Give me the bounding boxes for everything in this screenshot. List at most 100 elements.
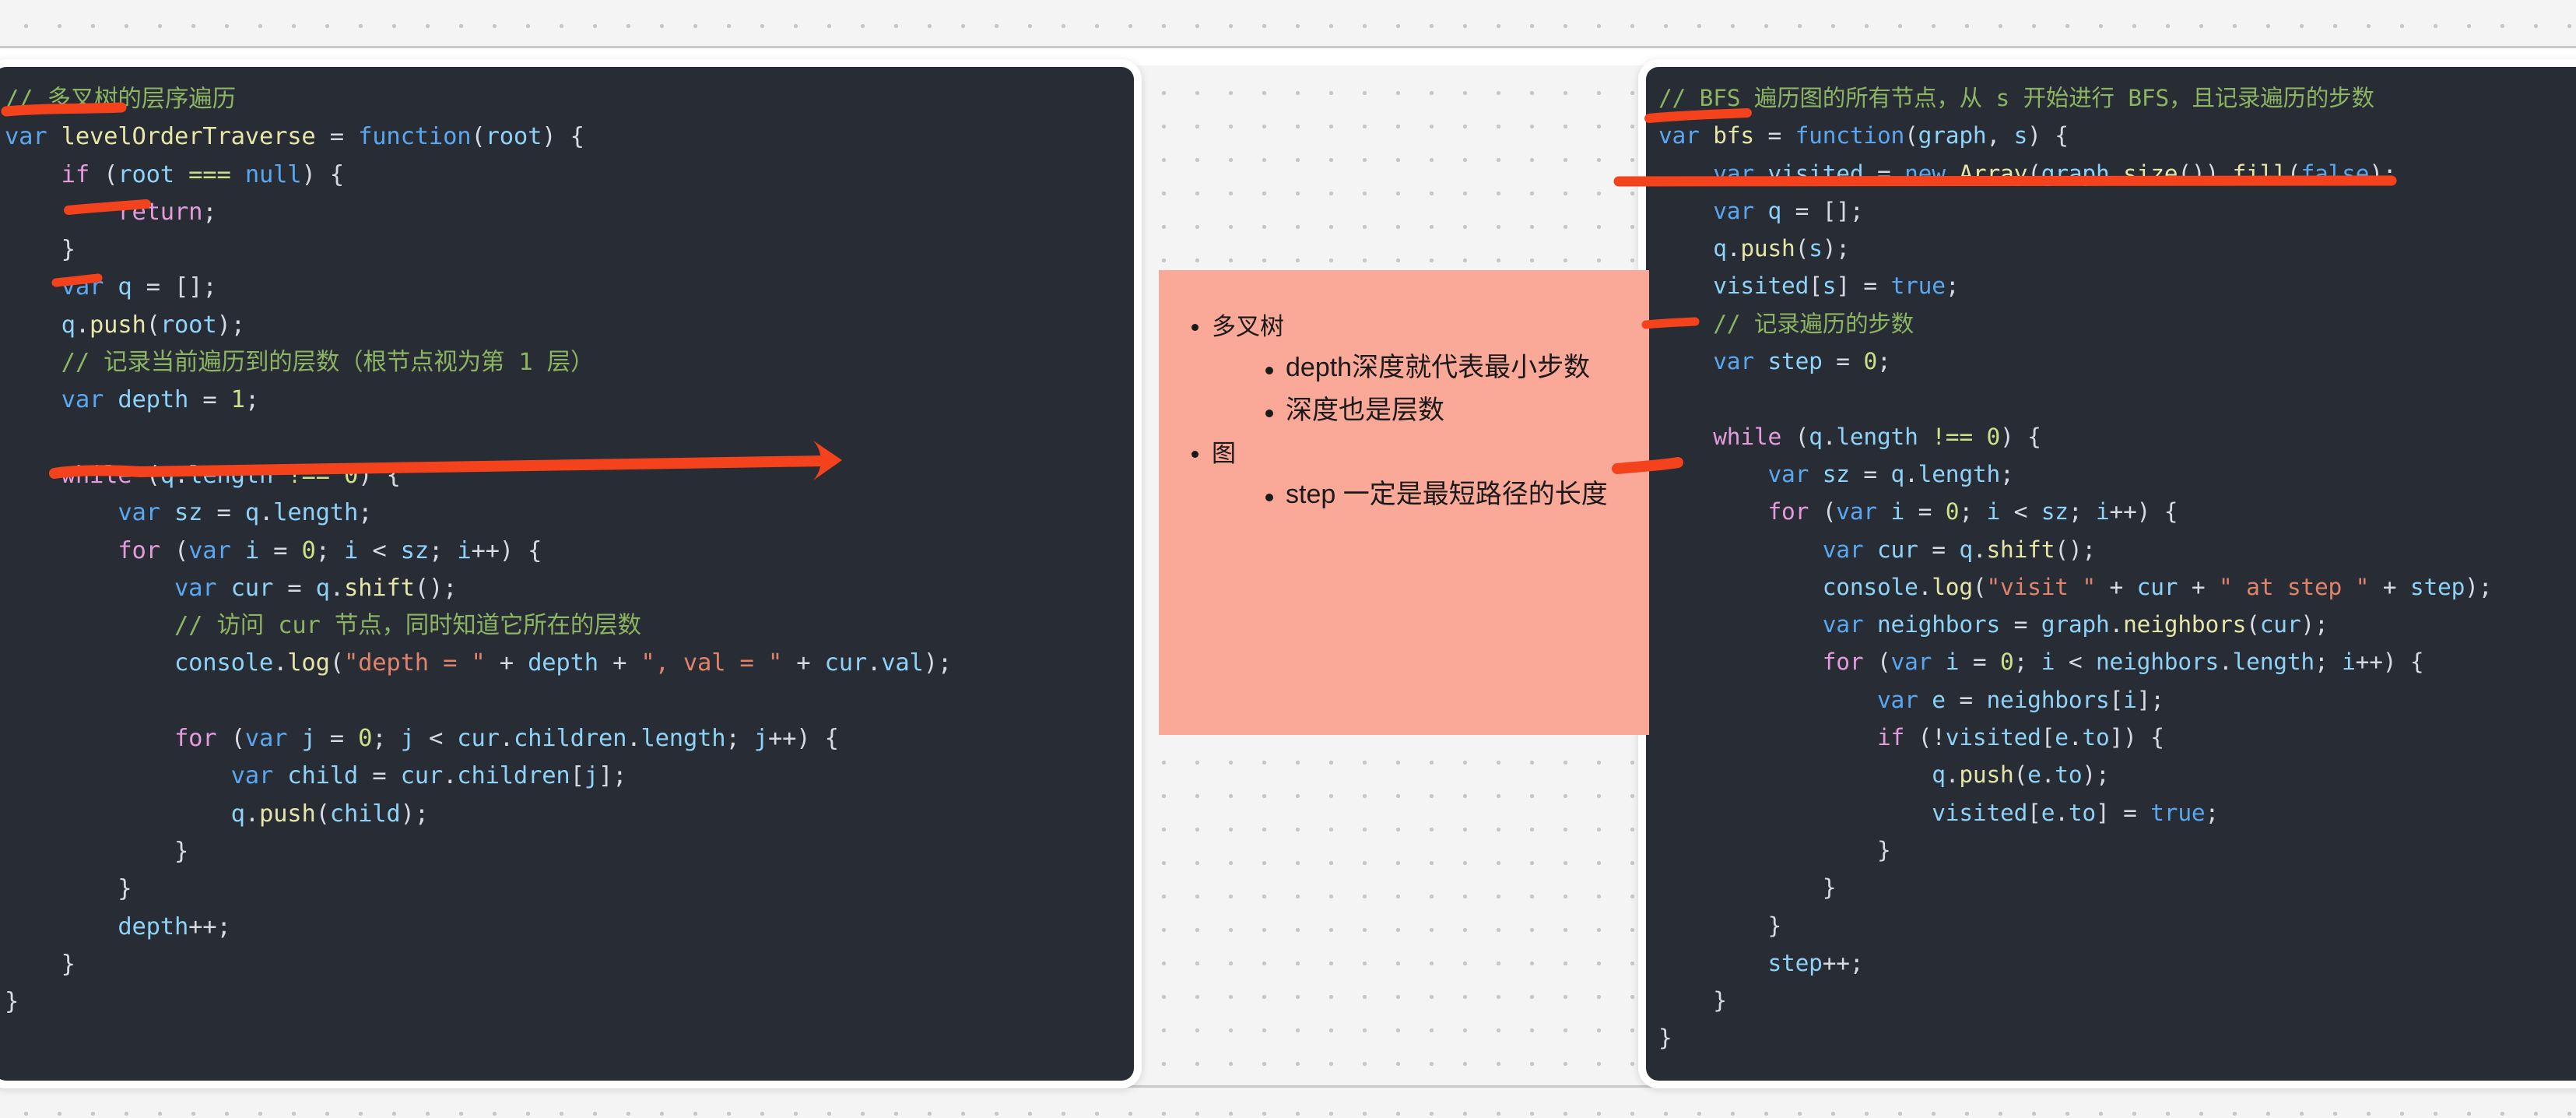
code-token: e [1932, 686, 1946, 713]
code-token: 0 [343, 461, 359, 489]
note-item: 图 step 一定是最短路径的长度 [1181, 433, 1629, 515]
code-token: = [188, 386, 231, 414]
code-token: push [1740, 235, 1795, 262]
code-token: console [174, 649, 274, 677]
code-token: shift [1986, 536, 2055, 563]
note-sublist: step 一定是最短路径的长度 [1255, 474, 1629, 515]
code-token: neighbors [2095, 649, 2220, 676]
code-token: q [1932, 761, 1946, 789]
code-token: cur [824, 649, 868, 677]
code-token: i [1986, 498, 2001, 526]
code-token: } [5, 988, 19, 1016]
code-token: // BFS 遍历图的所有节点，从 s 开始进行 BFS，且记录遍历的步数 [1658, 85, 2374, 111]
code-token: sz [1822, 460, 1850, 487]
code-token: + [485, 649, 528, 677]
code-token: e [2041, 799, 2055, 826]
right-code-card[interactable]: // BFS 遍历图的所有节点，从 s 开始进行 BFS，且记录遍历的步数 va… [1638, 59, 2576, 1088]
code-token: " at step " [2219, 573, 2370, 600]
code-token: for [1822, 649, 1864, 676]
code-token: [ [2041, 724, 2055, 751]
left-code-card[interactable]: // 多叉树的层序遍历 var levelOrderTraverse = fun… [0, 59, 1142, 1088]
code-token: . [2109, 160, 2124, 187]
code-token: q [244, 499, 259, 527]
code-token: levelOrderTraverse [61, 123, 316, 151]
code-token: q [1809, 423, 1823, 450]
code-token: ); [2369, 160, 2397, 187]
code-token: < [2000, 498, 2041, 526]
code-token: + [598, 649, 641, 677]
code-token: ; [2314, 649, 2343, 676]
code-token: = [2000, 611, 2041, 638]
code-token: cur [2136, 573, 2178, 600]
code-token: ( [1809, 498, 1837, 526]
code-token: var [1713, 160, 1754, 187]
code-token: ); [216, 311, 245, 339]
code-token: i [1890, 498, 1905, 526]
code-token: for [1767, 498, 1809, 526]
code-token: ; [1877, 348, 1891, 375]
code-token: [ [2109, 686, 2124, 713]
code-token: i [2342, 649, 2356, 676]
code-token: + [2369, 573, 2410, 600]
code-token: } [1658, 987, 1727, 1014]
code-token: !== [287, 461, 330, 489]
code-token: depth [118, 386, 189, 414]
code-token: q [118, 273, 132, 301]
code-token: children [513, 725, 627, 753]
code-token: var [61, 386, 104, 414]
code-token: cur [400, 762, 444, 790]
code-token: = [1904, 498, 1946, 526]
code-token: < [2055, 649, 2096, 676]
code-token: length [273, 499, 359, 527]
code-token: ; [1945, 272, 1960, 300]
code-token: ( [160, 536, 189, 564]
right-code-surface[interactable]: // BFS 遍历图的所有节点，从 s 开始进行 BFS，且记录遍历的步数 va… [1646, 67, 2576, 1081]
code-token: ]) { [2109, 724, 2164, 751]
code-token: q [1890, 460, 1905, 487]
code-token: } [1658, 836, 1891, 863]
code-token: // 记录当前遍历到的层数（根节点视为第 1 层） [5, 349, 595, 377]
code-token: for [174, 725, 217, 753]
note-subitem: depth深度就代表最小步数 [1255, 347, 1629, 388]
code-token: ( [1781, 423, 1809, 450]
code-token: while [1713, 423, 1782, 450]
code-token: ( [315, 800, 330, 828]
code-token: ()). [2178, 160, 2233, 187]
code-token: function [1795, 122, 1905, 149]
code-token: sz [174, 499, 203, 527]
code-token: . [2055, 799, 2069, 826]
code-token: s [1809, 235, 1823, 262]
code-token: = [1863, 160, 1905, 187]
code-token: . [1822, 423, 1837, 450]
code-token: "depth = " [343, 649, 486, 677]
code-token: function [358, 123, 472, 151]
note-card: 多叉树 depth深度就代表最小步数 深度也是层数图 step 一定是最短路径的长度 [1159, 270, 1649, 735]
code-token: depth [528, 649, 598, 677]
left-code-surface[interactable]: // 多叉树的层序遍历 var levelOrderTraverse = fun… [0, 67, 1134, 1081]
code-token: q [1713, 235, 1727, 262]
note-subitem: 深度也是层数 [1255, 390, 1629, 431]
code-token: q [230, 800, 245, 828]
right-code-text: // BFS 遍历图的所有节点，从 s 开始进行 BFS，且记录遍历的步数 va… [1646, 67, 2576, 1057]
code-token: if [1876, 724, 1905, 751]
code-token: ( [146, 311, 160, 339]
code-token: var [1876, 686, 1918, 713]
